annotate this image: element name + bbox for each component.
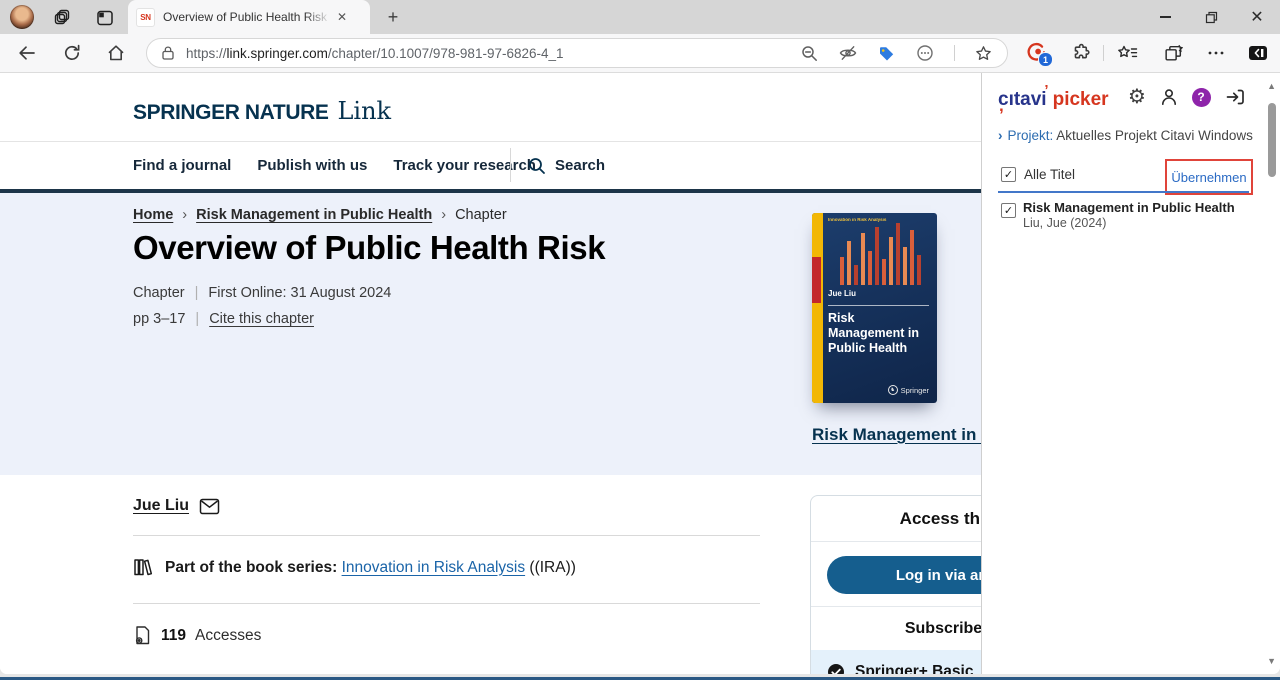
workspaces-icon[interactable] bbox=[52, 7, 74, 29]
citavi-settings-gear-icon[interactable]: ⚙ bbox=[1126, 86, 1148, 108]
book-title-link[interactable]: Risk Management in Public Health bbox=[812, 425, 981, 445]
author-link[interactable]: Jue Liu bbox=[133, 497, 189, 515]
subscribe-heading: Subscribe and save bbox=[904, 620, 981, 637]
article-hero: Home › Risk Management in Public Health › Ch… bbox=[0, 193, 981, 475]
address-bar[interactable]: https://link.springer.com/chapter/10.100… bbox=[146, 38, 1008, 68]
url-text: https://link.springer.com/chapter/10.100… bbox=[186, 45, 564, 61]
citavi-project-link[interactable]: Projekt: bbox=[1008, 128, 1054, 143]
collections-icon[interactable] bbox=[1161, 41, 1185, 65]
settings-more-icon[interactable] bbox=[1204, 41, 1228, 65]
cite-this-chapter-link[interactable]: Cite this chapter bbox=[209, 311, 314, 327]
browser-toolbar: https://link.springer.com/chapter/10.100… bbox=[0, 34, 1280, 73]
springer-nature-logo[interactable]: SPRINGER NATURE Link bbox=[133, 97, 391, 125]
article-meta-line2: pp 3–17 | Cite this chapter bbox=[133, 311, 314, 327]
breadcrumb-chapter: Chapter bbox=[455, 207, 507, 223]
select-all-checkbox[interactable]: ✓ bbox=[1001, 167, 1016, 182]
cover-title: Risk Management in Public Health bbox=[828, 311, 919, 355]
article-meta-line1: Chapter | First Online: 31 August 2024 bbox=[133, 285, 392, 301]
series-link[interactable]: Innovation in Risk Analysis bbox=[342, 559, 526, 576]
springer-page: SPRINGER NATURE Link Find a journal Publi… bbox=[0, 73, 981, 674]
article-details: Jue Liu Part of the book series: Innovat… bbox=[0, 475, 981, 674]
cover-chart-decoration bbox=[840, 223, 930, 285]
citavi-extension-icon[interactable]: 1 bbox=[1025, 41, 1053, 67]
search-icon bbox=[527, 156, 547, 176]
home-icon[interactable] bbox=[104, 41, 128, 65]
select-all-underline bbox=[998, 191, 1249, 193]
email-envelope-icon[interactable] bbox=[199, 498, 220, 515]
select-all-label: Alle Titel bbox=[1024, 167, 1076, 182]
site-search[interactable]: Search bbox=[527, 142, 605, 189]
springer-plus-plan: Springer+ Basic bbox=[811, 650, 981, 674]
search-label: Search bbox=[555, 157, 606, 174]
citavi-account-icon[interactable] bbox=[1158, 86, 1180, 108]
citavi-project-line: › Projekt: Aktuelles Projekt Citavi Windo… bbox=[998, 128, 1253, 143]
citavi-picker-logo[interactable]: cıtavi,’ picker bbox=[998, 82, 1109, 115]
zoom-out-icon[interactable] bbox=[800, 44, 819, 63]
favorite-star-icon[interactable] bbox=[974, 44, 993, 63]
sidebar-toggle-icon[interactable] bbox=[1246, 41, 1270, 65]
access-card: Access this chapter Log in via an instit… bbox=[810, 495, 981, 674]
password-hidden-eye-icon[interactable] bbox=[838, 43, 858, 63]
favorites-hub-icon[interactable] bbox=[1116, 41, 1140, 65]
tab-close-icon[interactable]: ✕ bbox=[337, 10, 347, 24]
refresh-icon[interactable] bbox=[60, 41, 84, 65]
cover-series-label: Innovation in Risk Analysis bbox=[828, 218, 887, 223]
accesses-icon bbox=[133, 625, 152, 646]
minimize-button[interactable] bbox=[1142, 0, 1188, 34]
check-circle-icon bbox=[827, 663, 845, 674]
window-bottom-edge bbox=[0, 674, 1280, 680]
site-nav: Find a journal Publish with us Track you… bbox=[0, 141, 981, 189]
tab-title: Overview of Public Health Risk | S bbox=[163, 10, 331, 24]
cover-publisher: ♞ Springer bbox=[887, 385, 929, 395]
login-institution-button[interactable]: Log in via an institution bbox=[827, 556, 981, 594]
article-title: Overview of Public Health Risk bbox=[133, 229, 606, 266]
site-header: SPRINGER NATURE Link bbox=[0, 73, 981, 141]
nav-find-a-journal[interactable]: Find a journal bbox=[133, 157, 231, 174]
breadcrumb-book[interactable]: Risk Management in Public Health bbox=[196, 207, 432, 223]
scrollbar-down-icon[interactable]: ▼ bbox=[1267, 656, 1276, 666]
access-card-title: Access this chapter bbox=[811, 496, 981, 542]
apply-highlight-box: Übernehmen bbox=[1165, 159, 1253, 195]
citavi-help-icon[interactable]: ? bbox=[1190, 86, 1212, 108]
breadcrumb-home[interactable]: Home bbox=[133, 207, 173, 223]
more-tools-circle-icon[interactable] bbox=[915, 43, 935, 63]
profile-avatar[interactable] bbox=[10, 5, 34, 29]
item-meta: Liu, Jue (2024) bbox=[1023, 216, 1107, 230]
tab-actions-icon[interactable] bbox=[94, 7, 116, 29]
breadcrumb: Home › Risk Management in Public Health › Ch… bbox=[133, 207, 507, 223]
page-content: SPRINGER NATURE Link Find a journal Publi… bbox=[0, 73, 1280, 674]
cover-spine bbox=[812, 213, 823, 403]
citavi-signin-icon[interactable] bbox=[1224, 86, 1246, 108]
extensions-puzzle-icon[interactable] bbox=[1068, 41, 1092, 65]
citavi-badge: 1 bbox=[1038, 52, 1053, 67]
book-series-icon bbox=[133, 557, 155, 578]
cover-spine-accent bbox=[812, 257, 821, 303]
new-tab-button[interactable]: + bbox=[382, 6, 404, 28]
citavi-picker-panel: cıtavi,’ picker ⚙ ? › Projekt: Aktuelles P… bbox=[981, 73, 1280, 674]
nav-track-your-research[interactable]: Track your research bbox=[393, 157, 536, 174]
item-title: Risk Management in Public Health bbox=[1023, 200, 1235, 215]
apply-button[interactable]: Übernehmen bbox=[1171, 170, 1246, 185]
book-cover[interactable]: Innovation in Risk Analysis Jue Liu Risk… bbox=[812, 213, 937, 403]
browser-window: SN Overview of Public Health Risk | S ✕ … bbox=[0, 0, 1280, 680]
back-icon[interactable] bbox=[15, 41, 39, 65]
shopping-tag-icon[interactable] bbox=[877, 44, 896, 63]
scrollbar-thumb[interactable] bbox=[1268, 103, 1276, 177]
scrollbar-up-icon[interactable]: ▲ bbox=[1267, 81, 1276, 91]
close-button[interactable]: ✕ bbox=[1234, 0, 1280, 34]
site-security-lock-icon[interactable] bbox=[160, 45, 176, 61]
titlebar: SN Overview of Public Health Risk | S ✕ … bbox=[0, 0, 1280, 34]
cover-author: Jue Liu bbox=[828, 289, 857, 298]
item-checkbox[interactable]: ✓ bbox=[1001, 203, 1016, 218]
browser-tab[interactable]: SN Overview of Public Health Risk | S ✕ bbox=[128, 0, 370, 34]
nav-publish-with-us[interactable]: Publish with us bbox=[257, 157, 367, 174]
tab-favicon: SN bbox=[136, 7, 155, 27]
restore-button[interactable] bbox=[1188, 0, 1234, 34]
